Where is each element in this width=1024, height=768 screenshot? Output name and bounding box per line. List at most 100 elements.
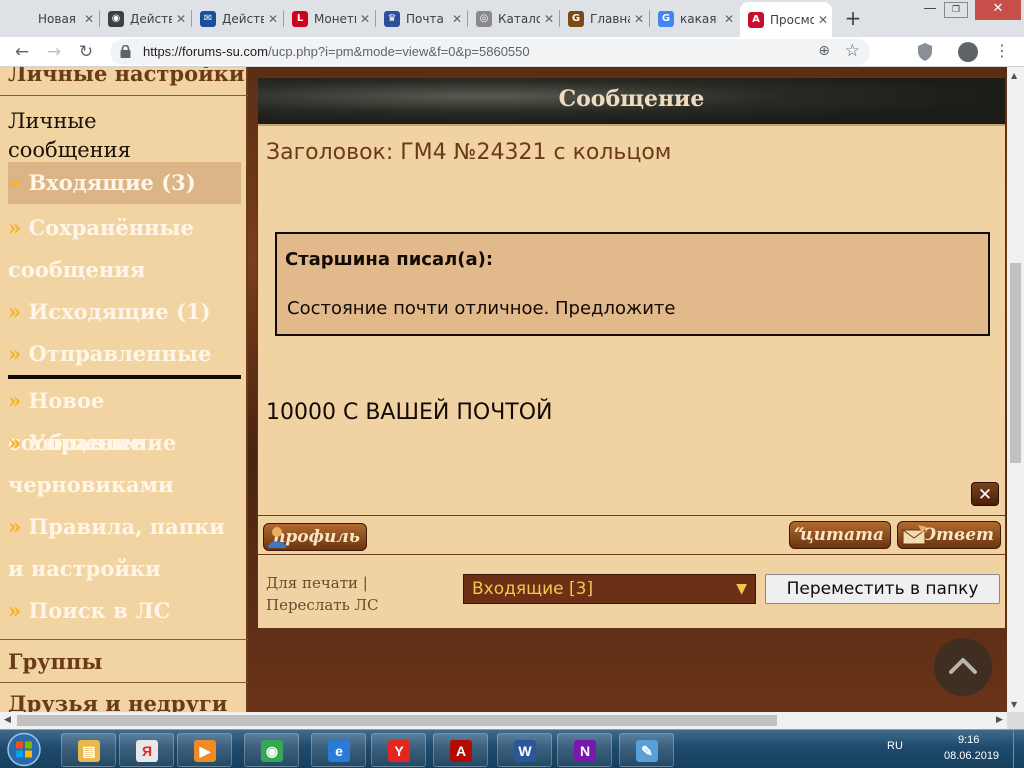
raquo-glyph: » <box>8 299 22 324</box>
scroll-to-top-button[interactable] <box>934 638 992 696</box>
back-arrow-icon[interactable]: ← <box>10 40 34 64</box>
taskbar-button[interactable]: N <box>557 733 612 767</box>
language-indicator[interactable]: RU <box>887 740 903 752</box>
taskbar-button[interactable]: ▶ <box>177 733 232 767</box>
scrollbar-corner <box>1007 712 1024 729</box>
taskbar-button[interactable]: Я <box>119 733 174 767</box>
close-tab-icon[interactable]: ✕ <box>264 12 282 26</box>
sidebar-item-rules[interactable]: » Правила, папки <box>8 506 241 548</box>
browser-tab[interactable]: Новая вкладка✕ <box>8 4 98 33</box>
groups-heading[interactable]: Группы <box>0 647 248 677</box>
sidebar-item-drafts[interactable]: » Управление <box>8 422 241 464</box>
url-text: https://forums-su.com/ucp.php?i=pm&mode=… <box>143 44 530 59</box>
profile-avatar-icon[interactable] <box>958 42 978 62</box>
reload-icon[interactable]: ↻ <box>74 40 98 64</box>
message-panel: Сообщение Заголовок: ГМ4 №24321 с кольцо… <box>257 77 1006 629</box>
forward-link[interactable]: Переслать ЛС <box>266 596 379 614</box>
scroll-left-arrow-icon[interactable]: ◀ <box>4 715 11 725</box>
internet-explorer-task-icon: e <box>328 740 350 762</box>
message-header-title: Сообщение <box>558 86 705 112</box>
browser-tab[interactable]: ✉ Действия✕ <box>192 4 282 33</box>
browser-tab-bar: Новая вкладка✕◉Действия✕✉Действия✕LМонет… <box>0 0 1024 37</box>
sidebar-item-drafts-cont[interactable]: черновиками <box>8 464 241 506</box>
vertical-scrollbar[interactable]: ▲ ▼ <box>1007 67 1024 712</box>
url-path: /ucp.php?i=pm&mode=view&f=0&p=5860550 <box>267 44 530 59</box>
divider <box>0 639 248 640</box>
browser-tab[interactable]: ◉ Действия✕ <box>100 4 190 33</box>
sidebar-item-outbox[interactable]: » Исходящие (1) <box>8 291 241 333</box>
scroll-up-arrow-icon[interactable]: ▲ <box>1011 71 1017 80</box>
browser-tab[interactable]: A Просмотр✕ <box>740 2 832 37</box>
sidebar-item-inbox[interactable]: » Входящие (3) <box>8 162 241 204</box>
restore-button[interactable]: ❐ <box>944 2 968 18</box>
browser-tab[interactable]: G Главная✕ <box>560 4 648 33</box>
horizontal-scroll-thumb[interactable] <box>17 715 777 726</box>
close-tab-icon[interactable]: ✕ <box>80 12 98 26</box>
quote-block: Старшина писал(а): Состояние почти отлич… <box>275 232 990 336</box>
friends-heading[interactable]: Друзья и недруги <box>0 689 248 712</box>
sidebar-item-search[interactable]: » Поиск в ЛС <box>8 590 241 632</box>
quote-marks-icon: “ <box>794 524 804 545</box>
taskbar-button[interactable]: e <box>311 733 366 767</box>
move-to-folder-button[interactable]: Переместить в папку <box>765 574 1000 604</box>
close-window-button[interactable]: ✕ <box>975 0 1021 20</box>
scroll-right-arrow-icon[interactable]: ▶ <box>996 715 1003 725</box>
print-link[interactable]: Для печати <box>266 574 358 592</box>
forward-arrow-icon[interactable]: → <box>42 40 66 64</box>
folder-select[interactable]: Входящие [3] ▼ <box>463 574 756 604</box>
close-tab-icon[interactable]: ✕ <box>448 12 466 26</box>
reply-button-label: Ответ <box>921 525 994 545</box>
taskbar-button[interactable]: ✎ <box>619 733 674 767</box>
taskbar-button[interactable]: W <box>497 733 552 767</box>
close-tab-icon[interactable]: ✕ <box>720 12 738 26</box>
menu-dots-icon[interactable]: ⋮ <box>992 41 1012 63</box>
vertical-scroll-thumb[interactable] <box>1010 263 1021 463</box>
tab-title: Новая вкладка <box>38 11 80 26</box>
raquo-glyph: » <box>8 514 22 539</box>
minimize-button[interactable]: — <box>916 0 944 20</box>
sidebar-item-saved[interactable]: » Сохранённые <box>8 207 241 249</box>
sidebar-item-saved-cont[interactable]: сообщения <box>8 249 241 291</box>
taskbar-button[interactable]: ◉ <box>244 733 299 767</box>
close-tab-icon[interactable]: ✕ <box>540 12 558 26</box>
close-tab-icon[interactable]: ✕ <box>814 13 832 27</box>
show-desktop-button[interactable] <box>1013 730 1024 768</box>
sidebar-item-rules-cont[interactable]: и настройки <box>8 548 241 590</box>
clock-time[interactable]: 9:16 <box>958 734 979 746</box>
quote-button[interactable]: “ цитата <box>789 521 891 549</box>
zoom-icon[interactable]: ⊕ <box>818 43 830 59</box>
sidebar-item-sent[interactable]: » Отправленные <box>8 333 241 375</box>
tab-title: Просмотр <box>770 12 814 27</box>
sidebar-item-label: Отправленные <box>28 341 212 366</box>
browser-tab[interactable]: ◎ Каталог✕ <box>468 4 558 33</box>
browser-tab[interactable]: ♛ Почта ✕ <box>376 4 466 33</box>
extension-shield-icon[interactable] <box>918 43 932 61</box>
reply-button[interactable]: Ответ <box>897 521 1001 549</box>
browser-tab[interactable]: L Монеты✕ <box>284 4 374 33</box>
horizontal-scrollbar[interactable]: ◀ ▶ <box>0 712 1007 729</box>
personal-settings-heading[interactable]: Личные настройки <box>0 67 248 87</box>
taskbar-button[interactable]: ▤ <box>61 733 116 767</box>
clock-date[interactable]: 08.06.2019 <box>944 750 999 762</box>
folder-select-value: Входящие [3] <box>472 579 594 599</box>
profile-button[interactable]: профиль <box>263 523 367 551</box>
delete-message-button[interactable]: ✕ <box>971 482 999 506</box>
browser-tab[interactable]: Gкакая ✕ <box>650 4 738 33</box>
close-tab-icon[interactable]: ✕ <box>172 12 190 26</box>
taskbar-button[interactable]: Y <box>371 733 426 767</box>
raquo-glyph: » <box>8 170 22 195</box>
sidebar-item-label: Управление <box>28 430 177 455</box>
bookmark-star-icon[interactable]: ☆ <box>845 41 860 61</box>
eagle-icon: ♛ <box>384 10 400 27</box>
windows-start-icon[interactable] <box>4 731 44 768</box>
close-tab-icon[interactable]: ✕ <box>630 12 648 26</box>
sidebar-item-label: и настройки <box>8 556 161 581</box>
quote-text: Состояние почти отличное. Предложите <box>287 298 676 319</box>
scroll-down-arrow-icon[interactable]: ▼ <box>1011 700 1017 709</box>
address-bar[interactable]: https://forums-su.com/ucp.php?i=pm&mode=… <box>110 39 870 65</box>
divider <box>258 515 1005 516</box>
new-tab-button[interactable]: + <box>840 6 866 32</box>
taskbar-button[interactable]: A <box>433 733 488 767</box>
svg-text:“: “ <box>794 524 804 545</box>
close-tab-icon[interactable]: ✕ <box>356 12 374 26</box>
